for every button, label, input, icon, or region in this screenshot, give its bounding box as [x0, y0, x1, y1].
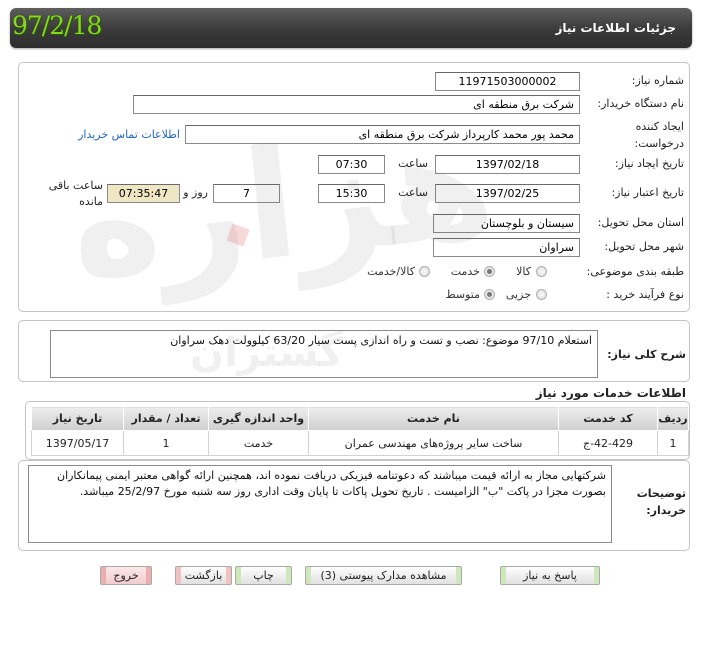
remaining-days-label: روز و: [183, 186, 208, 199]
category-radio-service[interactable]: [484, 266, 495, 277]
province-field[interactable]: سیستان و بلوچستان: [433, 214, 580, 233]
cell-unit: خدمت: [208, 430, 309, 456]
city-field[interactable]: سراوان: [433, 238, 580, 257]
col-row-number: ردیف: [657, 406, 689, 431]
validity-time-label: ساعت: [398, 186, 428, 199]
need-number-label: شماره نیاز:: [631, 74, 684, 87]
buyer-notes-label-line1: توضیحات: [636, 487, 686, 500]
exit-button[interactable]: خروج: [100, 566, 152, 585]
remaining-time-label-line2: مانده: [79, 195, 103, 208]
col-need-date: تاریخ نیاز: [31, 406, 124, 431]
created-date-field[interactable]: 1397/02/18: [435, 155, 580, 174]
date-stamp: 97/2/18: [12, 11, 102, 40]
requester-label-line1: ایجاد کننده: [635, 120, 684, 133]
need-number-field[interactable]: 11971503000002: [435, 72, 580, 91]
buyer-notes-label-line2: خریدار:: [646, 504, 686, 517]
category-radio-goods-service[interactable]: [419, 266, 430, 277]
services-heading: اطلاعات خدمات مورد نیاز: [535, 386, 686, 400]
header-bar: جزئیات اطلاعات نیاز 97/2/18: [10, 8, 692, 48]
remaining-days-field[interactable]: 7: [213, 184, 280, 203]
remaining-time-label-line1: ساعت باقی: [48, 179, 103, 192]
buyer-contact-link[interactable]: اطلاعات تماس خریدار: [78, 128, 180, 141]
description-field[interactable]: استعلام 97/10 موضوع: نصب و تست و راه اند…: [50, 330, 598, 378]
services-table: ردیف کد خدمت نام خدمت واحد اندازه گیری ت…: [31, 406, 689, 456]
requester-label: ایجاد کننده درخواست:: [635, 118, 684, 152]
col-quantity: تعداد / مقدار: [123, 406, 209, 431]
reply-button[interactable]: پاسخ به نیاز: [500, 566, 600, 585]
back-button[interactable]: بازگشت: [175, 566, 232, 585]
col-service-code: کد خدمت: [558, 406, 658, 431]
validity-date-label: تاریخ اعتبار نیاز:: [611, 186, 684, 199]
requester-field[interactable]: محمد پور محمد کارپرداز شرکت برق منطقه ای: [185, 125, 580, 144]
cell-need-date: 1397/05/17: [31, 430, 124, 456]
buyer-org-field[interactable]: شرکت برق منطقه ای: [133, 95, 580, 114]
category-option-goods-service: کالا/خدمت: [367, 265, 415, 278]
need-details-page: جزئیات اطلاعات نیاز 97/2/18 شماره نیاز: …: [0, 0, 706, 656]
remaining-time-label: ساعت باقی مانده: [49, 178, 103, 210]
cell-service-code: ج-42-429: [558, 430, 658, 456]
created-time-label: ساعت: [398, 157, 428, 170]
buyer-org-label: نام دستگاه خریدار:: [597, 97, 684, 110]
buyer-notes-label: توضیحات خریدار:: [637, 485, 686, 519]
buyer-notes-field[interactable]: شرکتهایی مجاز به ارائه قیمت میباشند که د…: [28, 465, 612, 543]
category-label: طبقه بندی موضوعی:: [586, 265, 684, 278]
created-time-field[interactable]: 07:30: [318, 155, 385, 174]
process-radio-minor[interactable]: [536, 289, 547, 300]
service-code-text: ج-42-429: [582, 436, 634, 450]
process-type-label: نوع فرآیند خرید :: [606, 288, 684, 301]
process-option-medium: متوسط: [445, 288, 480, 301]
category-option-goods: کالا: [516, 265, 531, 278]
cell-row-number: 1: [657, 430, 689, 456]
city-label: شهر محل تحویل:: [604, 240, 684, 253]
validity-date-field[interactable]: 1397/02/25: [435, 184, 580, 203]
services-header-row: ردیف کد خدمت نام خدمت واحد اندازه گیری ت…: [31, 406, 689, 431]
page-title: جزئیات اطلاعات نیاز: [555, 21, 676, 35]
description-label: شرح کلی نیاز:: [607, 348, 686, 361]
print-button[interactable]: چاپ: [235, 566, 292, 585]
process-radio-medium[interactable]: [484, 289, 495, 300]
remaining-time-field[interactable]: 07:35:47: [107, 184, 180, 203]
table-row: 1 ج-42-429 ساخت سایر پروژه‌های مهندسی عم…: [31, 430, 689, 456]
validity-time-field[interactable]: 15:30: [318, 184, 385, 203]
province-label: استان محل تحویل:: [597, 216, 684, 229]
created-date-label: تاریخ ایجاد نیاز:: [614, 157, 684, 170]
category-option-service: خدمت: [450, 265, 480, 278]
col-service-name: نام خدمت: [308, 406, 559, 431]
cell-quantity: 1: [123, 430, 209, 456]
process-option-minor: جزیی: [505, 288, 531, 301]
category-radio-goods[interactable]: [536, 266, 547, 277]
view-attachments-button[interactable]: مشاهده مدارک پیوستی (3): [305, 566, 462, 585]
cell-service-name: ساخت سایر پروژه‌های مهندسی عمران: [308, 430, 559, 456]
col-unit: واحد اندازه گیری: [208, 406, 309, 431]
requester-label-line2: درخواست:: [634, 137, 684, 150]
